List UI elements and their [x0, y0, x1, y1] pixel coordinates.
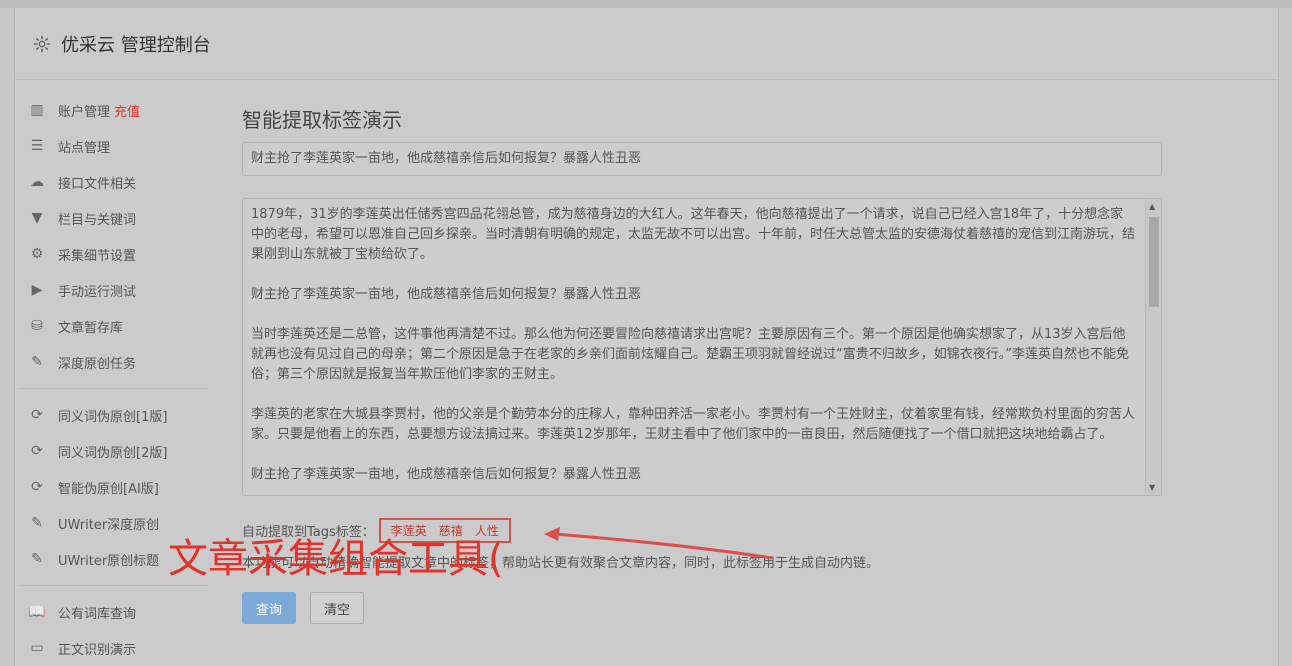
sidebar-item-ai-rewrite[interactable]: ⟳ 智能伪原创[AI版] — [18, 469, 208, 505]
refresh-icon: ⟳ — [31, 443, 43, 459]
content-paragraph: 财主抢了李莲英家一亩地，他成慈禧亲信后如何报复？暴露人性丑恶 — [251, 467, 642, 482]
divider — [18, 388, 208, 389]
filter-icon: ▼ — [31, 210, 43, 226]
refresh-icon: ⟳ — [31, 479, 43, 495]
gears-icon: ⚙ — [30, 246, 44, 262]
main-content: 智能提取标签演示 财主抢了李莲英家一亩地，他成慈禧亲信后如何报复？暴露人性丑恶 … — [242, 92, 1162, 624]
sidebar-item-collect-settings[interactable]: ⚙ 采集细节设置 — [18, 236, 208, 272]
sidebar-item-synonym-v2[interactable]: ⟳ 同义词伪原创[2版] — [18, 433, 208, 469]
window-icon: ▭ — [30, 640, 44, 656]
sidebar-item-public-dict[interactable]: 📖 公有词库查询 — [18, 594, 208, 630]
sidebar-item-label: 正文识别演示 — [58, 642, 137, 658]
sidebar-item-label: 同义词伪原创[2版] — [58, 445, 168, 461]
sidebar-item-article-store[interactable]: ⛁ 文章暂存库 — [18, 308, 208, 344]
header: 优采云 管理控制台 — [15, 8, 1278, 80]
recharge-link[interactable]: 充值 — [114, 101, 140, 120]
gear-icon — [33, 35, 51, 52]
sidebar-item-label: 公有词库查询 — [58, 606, 137, 622]
content-paragraph: 李莲英的老家在大城县李贾村，他的父亲是个勤劳本分的庄稼人，靠种田养活一家老小。李… — [251, 407, 1136, 442]
sidebar-item-label: 账户管理 — [58, 104, 111, 120]
sidebar-item-deep-original[interactable]: ✎ 深度原创任务 — [18, 344, 208, 380]
play-icon: ▶ — [31, 282, 43, 298]
sidebar-item-label: 站点管理 — [58, 140, 111, 156]
sidebar-item-label: 手动运行测试 — [58, 284, 137, 300]
cloud-upload-icon: ☁ — [30, 174, 44, 190]
scroll-down-icon[interactable]: ▼ — [1149, 483, 1155, 492]
clear-button[interactable]: 清空 — [310, 592, 364, 624]
query-button[interactable]: 查询 — [242, 592, 296, 624]
sidebar-item-account[interactable]: ▥ 账户管理 充值 — [18, 92, 208, 128]
content-paragraph: 1879年，31岁的李莲英出任储秀宫四品花翎总管，成为慈禧身边的大红人。这年春天… — [251, 207, 1136, 262]
sidebar-item-label: 深度原创任务 — [58, 356, 137, 372]
article-content-text: 1879年，31岁的李莲英出任储秀宫四品花翎总管，成为慈禧身边的大红人。这年春天… — [243, 199, 1161, 485]
sidebar-item-interface[interactable]: ☁ 接口文件相关 — [18, 164, 208, 200]
sidebar-item-synonym-v1[interactable]: ⟳ 同义词伪原创[1版] — [18, 397, 208, 433]
sidebar-item-label: 同义词伪原创[1版] — [58, 409, 168, 425]
watermark-overlay-text: 文章采集组合工具( — [168, 536, 504, 582]
sidebar-item-manual-run[interactable]: ▶ 手动运行测试 — [18, 272, 208, 308]
app-title: 优采云 管理控制台 — [61, 34, 211, 56]
article-title-input[interactable]: 财主抢了李莲英家一亩地，他成慈禧亲信后如何报复？暴露人性丑恶 — [242, 142, 1162, 176]
bar-chart-icon: ▥ — [30, 102, 44, 118]
sidebar-item-label: 接口文件相关 — [58, 176, 137, 192]
scrollbar[interactable]: ▲ ▼ — [1145, 199, 1161, 495]
sidebar-item-label: 文章暂存库 — [58, 320, 124, 336]
sidebar-item-label: 智能伪原创[AI版] — [58, 481, 159, 497]
sidebar-item-sites[interactable]: ☰ 站点管理 — [18, 128, 208, 164]
content-paragraph: 当时李莲英还是二总管，这件事他再清楚不过。那么他为何还要冒险向慈禧请求出宫呢？主… — [251, 327, 1129, 382]
sidebar-item-label: UWriter原创标题 — [58, 553, 160, 569]
page-title: 智能提取标签演示 — [242, 108, 402, 132]
content-paragraph: 财主抢了李莲英家一亩地，他成慈禧亲信后如何报复？暴露人性丑恶 — [251, 287, 642, 302]
book-icon: 📖 — [28, 604, 46, 620]
sidebar-item-label: 栏目与关键词 — [58, 212, 137, 228]
sidebar-item-text-recognition[interactable]: ▭ 正文识别演示 — [18, 630, 208, 666]
red-arrow-annotation — [544, 527, 773, 560]
refresh-icon: ⟳ — [31, 407, 43, 423]
article-content-textarea[interactable]: 1879年，31岁的李莲英出任储秀宫四品花翎总管，成为慈禧身边的大红人。这年春天… — [242, 198, 1162, 496]
divider — [18, 585, 208, 586]
sidebar-item-columns[interactable]: ▼ 栏目与关键词 — [18, 200, 208, 236]
edit-icon: ✎ — [31, 551, 43, 567]
database-icon: ⛁ — [31, 318, 43, 334]
sidebar-item-label: UWriter深度原创 — [58, 517, 160, 533]
edit-icon: ✎ — [31, 354, 43, 370]
scroll-thumb[interactable] — [1149, 217, 1159, 307]
scroll-up-icon[interactable]: ▲ — [1149, 202, 1155, 211]
sidebar-item-label: 采集细节设置 — [58, 248, 137, 264]
edit-icon: ✎ — [31, 515, 43, 531]
top-strip — [0, 0, 1292, 8]
server-icon: ☰ — [30, 138, 44, 154]
